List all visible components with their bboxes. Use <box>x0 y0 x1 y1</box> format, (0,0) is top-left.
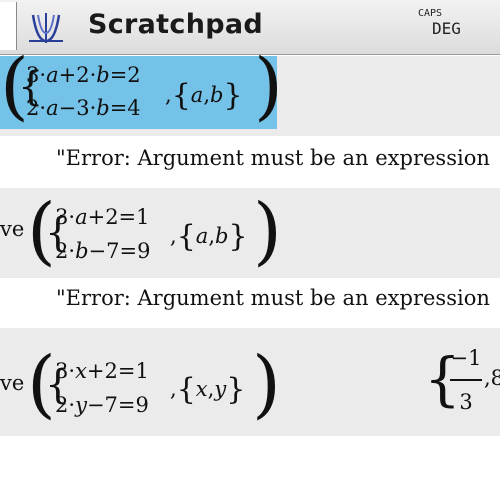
result-numerator: −1 <box>450 346 482 370</box>
history-entry-2[interactable]: ve ( { 3·a+2=1 2·b−7=9 ,{a,b} ) <box>0 188 500 278</box>
equation-1: 3·a+2·b=2 <box>26 63 141 87</box>
caps-indicator: CAPS <box>418 8 443 19</box>
paren-close: ) <box>252 341 281 427</box>
equation-1: 3·a+2=1 <box>55 205 150 229</box>
variable-list: ,{a,b} <box>165 78 243 113</box>
title-bar: Scratchpad CAPS DEG <box>0 0 500 55</box>
angle-mode-indicator: DEG <box>432 19 461 38</box>
variable-list: ,{a,b} <box>170 219 248 254</box>
paren-close: ) <box>253 188 282 274</box>
result-continuation: ,8 <box>484 366 500 390</box>
result-denominator: 3 <box>459 390 473 414</box>
equation-2: 2·b−7=9 <box>55 239 151 263</box>
equation-1: 3·x+2=1 <box>55 359 149 383</box>
equation-2: 2·y−7=9 <box>55 393 149 417</box>
function-name: ve <box>0 371 25 395</box>
result-2: "Error: Argument must be an expression <box>56 286 490 310</box>
result-1: "Error: Argument must be an expression <box>56 146 490 170</box>
history-entry-1[interactable]: ( { 3·a+2·b=2 2·a−3·b=4 ,{a,b} ) <box>0 49 500 136</box>
app-title: Scratchpad <box>88 9 263 40</box>
paren-close: ) <box>254 43 283 129</box>
history-entry-3[interactable]: ve ( { 3·x+2=1 2·y−7=9 ,{x,y} ) { −1 3 ,… <box>0 328 500 436</box>
graph-function-icon <box>29 13 63 43</box>
equation-2: 2·a−3·b=4 <box>26 96 141 120</box>
fraction-bar <box>450 379 482 381</box>
function-name: ve <box>0 217 25 241</box>
variable-list: ,{x,y} <box>170 372 246 407</box>
